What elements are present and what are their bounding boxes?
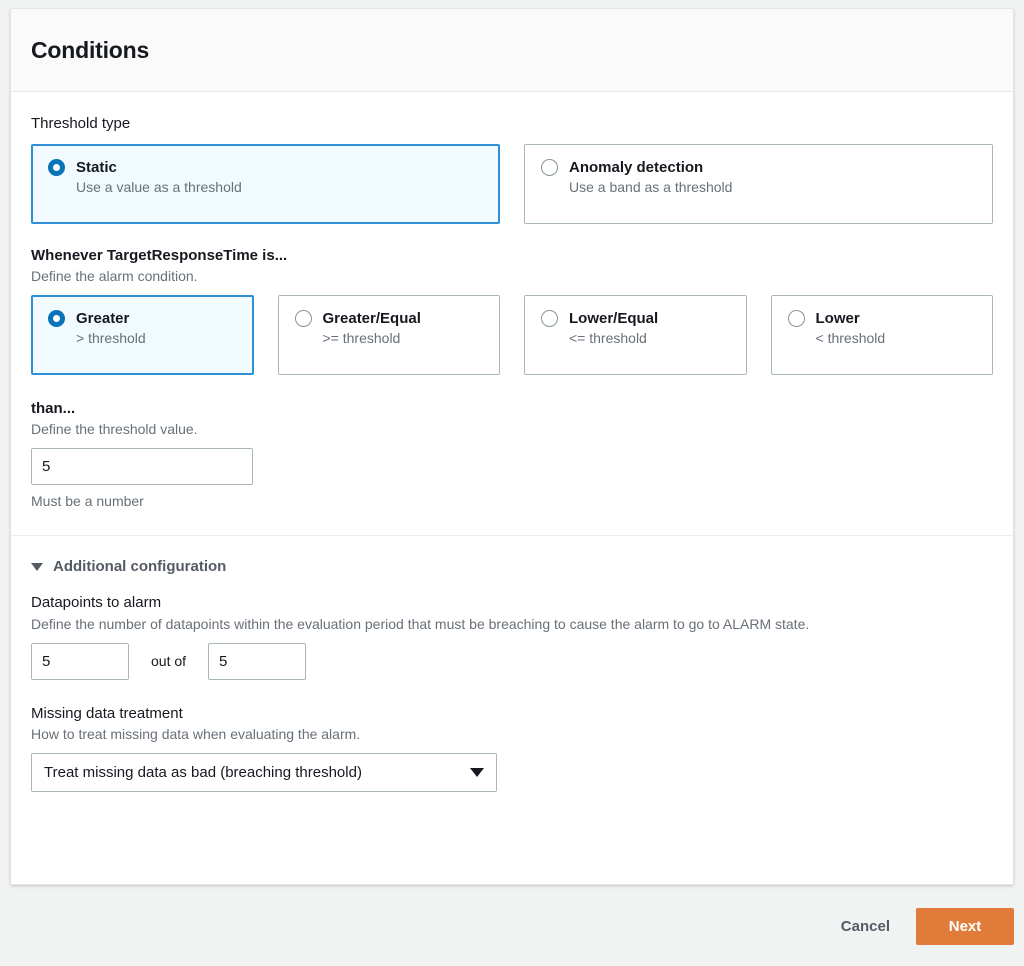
conditions-panel: Conditions Threshold type Static Use a v… — [10, 8, 1014, 885]
tile-title: Static — [76, 159, 117, 176]
threshold-value-input[interactable] — [31, 448, 253, 485]
missing-data-select[interactable]: Treat missing data as bad (breaching thr… — [31, 753, 497, 792]
threshold-type-option-anomaly-detection[interactable]: Anomaly detection Use a band as a thresh… — [524, 144, 993, 224]
missing-data-section: Missing data treatment How to treat miss… — [31, 704, 993, 792]
missing-data-description: How to treat missing data when evaluatin… — [31, 725, 993, 744]
missing-data-label: Missing data treatment — [31, 704, 993, 724]
threshold-type-label: Threshold type — [31, 114, 993, 134]
tile-subtitle: >= threshold — [323, 330, 484, 346]
panel-header: Conditions — [11, 9, 1013, 92]
footer-actions: Cancel Next — [10, 896, 1014, 956]
next-button[interactable]: Next — [916, 908, 1014, 945]
threshold-value-hint: Must be a number — [31, 493, 993, 509]
cancel-button[interactable]: Cancel — [829, 909, 902, 944]
datapoints-separator-label: out of — [151, 653, 186, 669]
tile-subtitle: Use a band as a threshold — [569, 179, 976, 195]
tile-main: Lower/Equal — [541, 310, 730, 327]
threshold-value-section: than... Define the threshold value. Must… — [31, 389, 993, 535]
tile-title: Greater — [76, 310, 129, 327]
datapoints-section: Datapoints to alarm Define the number of… — [31, 593, 993, 679]
tile-main: Anomaly detection — [541, 159, 976, 176]
tile-title: Lower/Equal — [569, 310, 658, 327]
condition-label: Whenever TargetResponseTime is... — [31, 246, 993, 266]
threshold-type-section: Threshold type Static Use a value as a t… — [31, 92, 993, 246]
tile-main: Greater/Equal — [295, 310, 484, 327]
datapoints-label: Datapoints to alarm — [31, 593, 993, 613]
condition-section: Whenever TargetResponseTime is... Define… — [31, 246, 993, 389]
missing-data-selected-value: Treat missing data as bad (breaching thr… — [44, 764, 460, 781]
datapoints-description: Define the number of datapoints within t… — [31, 615, 993, 634]
tile-subtitle: <= threshold — [569, 330, 730, 346]
threshold-value-label: than... — [31, 399, 993, 419]
datapoints-evaluation-input[interactable] — [208, 643, 306, 680]
condition-description: Define the alarm condition. — [31, 267, 993, 286]
tile-title: Lower — [816, 310, 860, 327]
alarm-conditions-page: Conditions Threshold type Static Use a v… — [0, 0, 1024, 966]
threshold-type-option-static[interactable]: Static Use a value as a threshold — [31, 144, 500, 224]
chevron-down-icon — [470, 768, 484, 777]
datapoints-breaching-input[interactable] — [31, 643, 129, 680]
tile-main: Static — [48, 159, 483, 176]
chevron-down-icon — [31, 563, 43, 571]
condition-option-greater[interactable]: Greater > threshold — [31, 295, 254, 375]
additional-configuration-toggle[interactable]: Additional configuration — [31, 558, 993, 575]
tile-main: Greater — [48, 310, 237, 327]
condition-options: Greater > threshold Greater/Equal >= thr… — [31, 295, 993, 375]
radio-icon-greater[interactable] — [48, 310, 65, 327]
condition-option-greater-equal[interactable]: Greater/Equal >= threshold — [278, 295, 501, 375]
page-title: Conditions — [31, 37, 149, 64]
tile-subtitle: > threshold — [76, 330, 237, 346]
tile-title: Anomaly detection — [569, 159, 703, 176]
condition-option-lower-equal[interactable]: Lower/Equal <= threshold — [524, 295, 747, 375]
tile-main: Lower — [788, 310, 977, 327]
radio-icon-lower[interactable] — [788, 310, 805, 327]
radio-icon-greater-equal[interactable] — [295, 310, 312, 327]
tile-title: Greater/Equal — [323, 310, 421, 327]
threshold-type-options: Static Use a value as a threshold Anomal… — [31, 144, 993, 224]
datapoints-inputs: out of — [31, 643, 993, 680]
additional-configuration-section: Additional configuration Datapoints to a… — [11, 535, 1013, 792]
threshold-value-description: Define the threshold value. — [31, 420, 993, 439]
missing-data-select-wrap: Treat missing data as bad (breaching thr… — [31, 753, 497, 792]
tile-subtitle: Use a value as a threshold — [76, 179, 483, 195]
condition-option-lower[interactable]: Lower < threshold — [771, 295, 994, 375]
radio-icon-static[interactable] — [48, 159, 65, 176]
radio-icon-anomaly-detection[interactable] — [541, 159, 558, 176]
panel-body: Threshold type Static Use a value as a t… — [11, 92, 1013, 535]
additional-configuration-label: Additional configuration — [53, 558, 226, 575]
radio-icon-lower-equal[interactable] — [541, 310, 558, 327]
tile-subtitle: < threshold — [816, 330, 977, 346]
